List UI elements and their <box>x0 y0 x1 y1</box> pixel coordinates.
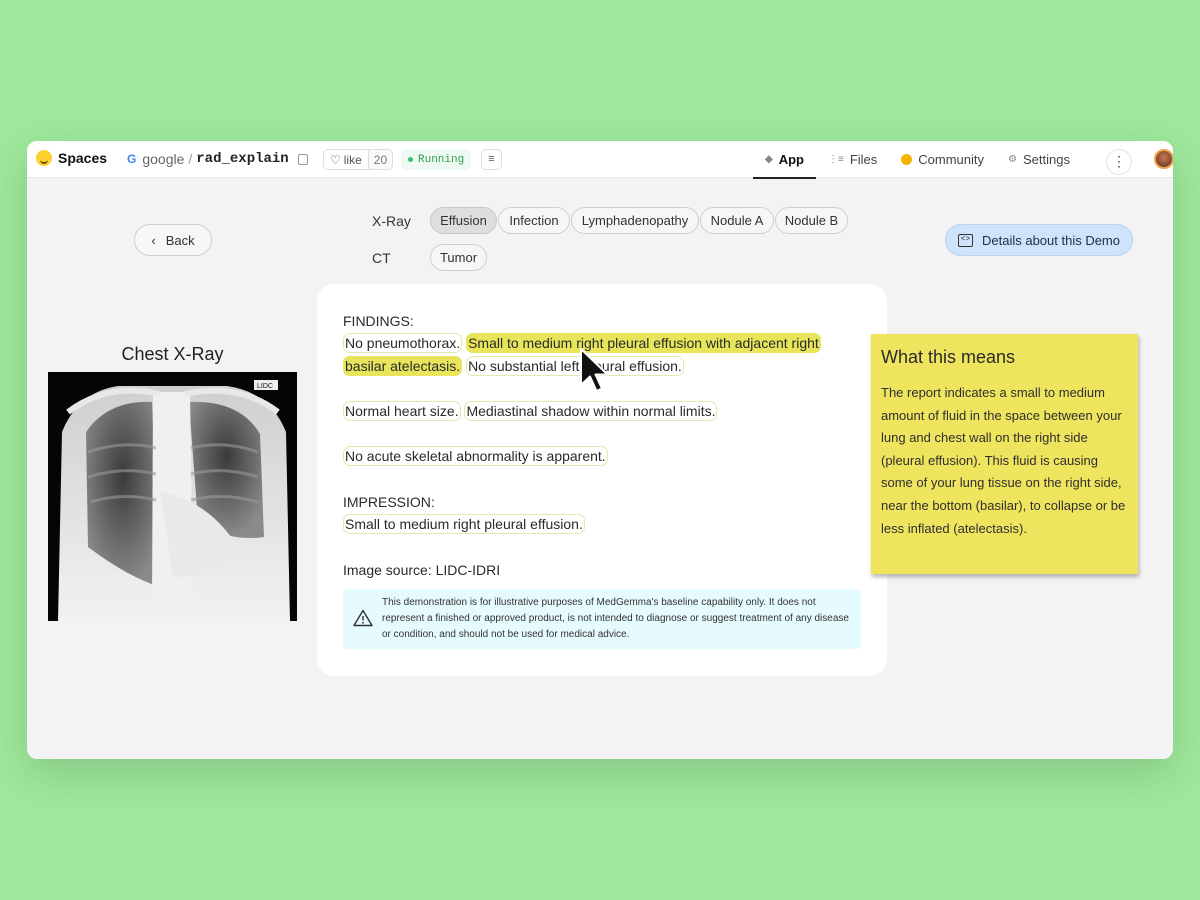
explanation-note: What this means The report indicates a s… <box>871 334 1138 574</box>
gear-icon: ⚙ <box>1008 154 1017 165</box>
finding-sentence[interactable]: No pneumothorax. <box>343 333 463 353</box>
more-menu-button[interactable]: ⋮ <box>1106 149 1132 175</box>
like-count: 20 <box>367 150 393 169</box>
disclaimer-text: This demonstration is for illustrative p… <box>382 597 849 640</box>
brand-label: Spaces <box>58 150 108 166</box>
finding-sentence-highlighted-cont[interactable]: basilar atelectasis. <box>343 356 463 376</box>
findings-line-3: Normal heart size. Mediastinal shadow wi… <box>343 401 718 421</box>
tab-app-label: App <box>778 152 804 167</box>
mouse-cursor-icon <box>580 348 609 392</box>
heart-icon: ♡ <box>330 152 341 167</box>
tab-settings-label: Settings <box>1023 152 1070 167</box>
tab-files-label: Files <box>849 152 878 167</box>
back-button[interactable]: ‹ Back <box>134 224 212 256</box>
findings-line-4: No acute skeletal abnormality is apparen… <box>343 446 608 466</box>
files-icon: ⋮≡ <box>827 154 844 165</box>
finding-sentence[interactable]: No acute skeletal abnormality is apparen… <box>343 446 608 466</box>
tab-files[interactable]: ⋮≡ Files <box>816 141 889 178</box>
repo-name-link[interactable]: rad_explain <box>196 151 288 167</box>
tab-community[interactable]: Community <box>889 141 996 178</box>
details-label: Details about this Demo <box>981 232 1120 248</box>
image-source: Image source: LIDC-IDRI <box>343 562 501 578</box>
copy-icon[interactable] <box>297 153 308 165</box>
chip-effusion[interactable]: Effusion <box>430 207 497 234</box>
finding-sentence[interactable]: Normal heart size. <box>343 401 461 421</box>
finding-sentence[interactable]: No substantial left pleural effusion. <box>466 356 684 376</box>
xray-modality-label: X-Ray <box>372 213 411 229</box>
chevron-left-icon: ‹ <box>151 232 156 248</box>
ct-modality-label: CT <box>372 250 391 266</box>
space-nav: ◆ App ⋮≡ Files Community ⚙ Settings <box>753 141 1082 179</box>
warning-icon <box>353 609 373 627</box>
tab-settings[interactable]: ⚙ Settings <box>996 141 1082 178</box>
code-icon: <> <box>957 233 973 247</box>
spaces-logo[interactable]: Spaces <box>36 150 107 166</box>
chip-infection[interactable]: Infection <box>498 207 570 234</box>
impression-line: Small to medium right pleural effusion. <box>343 514 585 534</box>
finding-sentence[interactable]: Mediastinal shadow within normal limits. <box>464 401 718 421</box>
like-button[interactable]: ♡ like 20 <box>323 149 394 170</box>
breadcrumb-separator: / <box>188 151 193 167</box>
disclaimer-box: This demonstration is for illustrative p… <box>343 589 861 649</box>
back-label: Back <box>165 232 195 248</box>
details-about-demo-button[interactable]: <> Details about this Demo <box>945 224 1133 256</box>
chest-xray-image: LIDC <box>48 372 297 621</box>
impression-heading: IMPRESSION: <box>343 494 435 510</box>
more-icon: ⋮ <box>1112 153 1126 169</box>
chip-nodule-b[interactable]: Nodule B <box>775 207 848 234</box>
repo-breadcrumb: G google / rad_explain <box>127 151 308 167</box>
chip-nodule-a[interactable]: Nodule A <box>700 207 774 234</box>
explanation-body: The report indicates a small to medium a… <box>881 385 1126 536</box>
chip-lymphadenopathy[interactable]: Lymphadenopathy <box>571 207 699 234</box>
report-card: FINDINGS: No pneumothorax. Small to medi… <box>317 284 887 676</box>
logs-button[interactable]: ≡ <box>481 149 502 170</box>
findings-line-2: basilar atelectasis. No substantial left… <box>343 356 684 376</box>
status-badge: Running <box>401 149 472 170</box>
google-icon: G <box>127 152 137 166</box>
status-dot-icon <box>408 157 413 162</box>
top-bar: Spaces G google / rad_explain ♡ like 20 … <box>27 141 1173 179</box>
chip-tumor[interactable]: Tumor <box>430 244 487 271</box>
tab-app[interactable]: ◆ App <box>753 141 816 179</box>
avatar[interactable] <box>1154 149 1173 169</box>
image-title: Chest X-Ray <box>121 344 224 364</box>
impression-sentence[interactable]: Small to medium right pleural effusion. <box>343 514 585 534</box>
image-lidc-label: LIDC <box>257 383 273 390</box>
app-window: Spaces G google / rad_explain ♡ like 20 … <box>27 141 1173 759</box>
hugging-face-icon <box>36 150 52 166</box>
findings-heading: FINDINGS: <box>343 313 414 329</box>
logs-icon: ≡ <box>488 153 495 165</box>
status-label: Running <box>418 153 465 166</box>
finding-sentence-highlighted[interactable]: Small to medium right pleural effusion w… <box>466 333 821 353</box>
tab-community-label: Community <box>918 152 985 167</box>
like-label: like <box>343 152 362 167</box>
cube-icon: ◆ <box>765 154 773 165</box>
explanation-title: What this means <box>881 347 1016 367</box>
community-icon <box>901 154 913 165</box>
repo-owner-link[interactable]: google <box>142 151 184 167</box>
